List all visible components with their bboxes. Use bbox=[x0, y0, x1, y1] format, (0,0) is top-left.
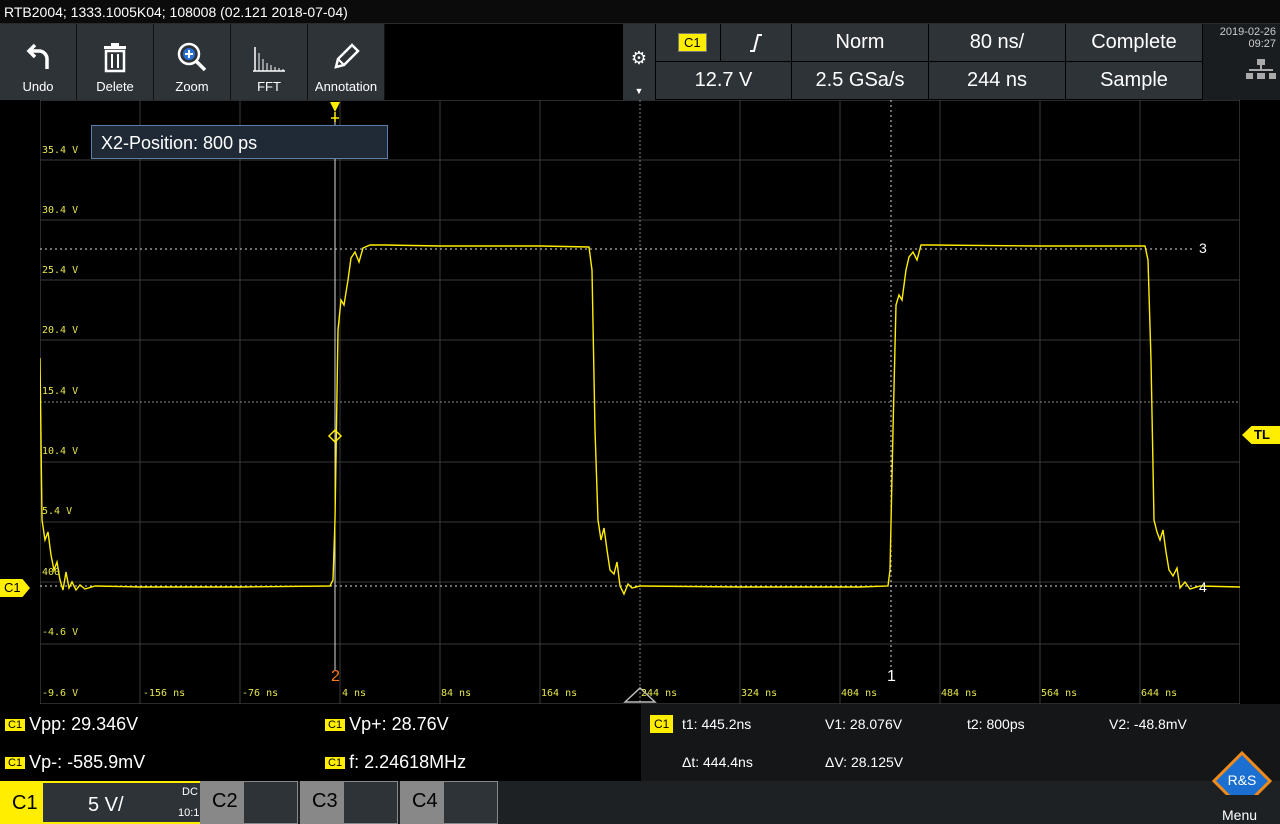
settings-button[interactable]: ⚙ ▼ bbox=[623, 24, 655, 100]
trigger-level[interactable]: 12.7 V bbox=[656, 62, 791, 99]
cursor-v2: V2: -48.8mV bbox=[1109, 716, 1187, 732]
vp-minus-value: Vp-: -585.9mV bbox=[29, 752, 146, 772]
time: 09:27 bbox=[1248, 38, 1276, 50]
timebase[interactable]: 80 ns/ bbox=[929, 24, 1065, 61]
c2-label: C2 bbox=[212, 790, 238, 812]
y-label: 15.4 V bbox=[42, 386, 79, 397]
cursor-1-label[interactable]: 1 bbox=[887, 668, 896, 686]
x-label: 564 ns bbox=[1041, 688, 1078, 699]
c1-probe: 10:1 bbox=[178, 807, 200, 819]
x-label: -76 ns bbox=[242, 688, 279, 699]
x-label: 484 ns bbox=[941, 688, 978, 699]
measurement-vp-minus[interactable]: C1 Vp-: -585.9mV bbox=[5, 752, 145, 773]
cursor-position-tooltip: X2-Position: 800 ps bbox=[91, 125, 388, 159]
delete-label: Delete bbox=[96, 79, 134, 94]
rs-logo-icon: R&S bbox=[1212, 751, 1272, 795]
y-label: 10.4 V bbox=[42, 446, 79, 457]
cursor-t2: t2: 800ps bbox=[967, 716, 1025, 732]
fft-button[interactable]: FFT bbox=[231, 24, 308, 100]
menu-button[interactable]: R&S Menu bbox=[1204, 751, 1280, 824]
toolbar: Undo Delete Zoom FFT Annotation bbox=[0, 24, 385, 100]
x-label: 644 ns bbox=[1141, 688, 1178, 699]
y-label: 20.4 V bbox=[42, 325, 79, 336]
datetime: 2019-02-26 09:27 bbox=[1203, 24, 1280, 100]
channel-c3-button[interactable]: C3 bbox=[300, 781, 398, 824]
channel-c4-button[interactable]: C4 bbox=[400, 781, 498, 824]
measurement-frequency[interactable]: C1 f: 2.24618MHz bbox=[325, 752, 466, 773]
measurement-badge: C1 bbox=[5, 756, 26, 769]
undo-button[interactable]: Undo bbox=[0, 24, 77, 100]
measurement-vpp[interactable]: C1 Vpp: 29.346V bbox=[5, 714, 138, 735]
trigger-channel-badge: C1 bbox=[678, 33, 707, 52]
zoom-icon bbox=[177, 42, 207, 72]
c3-label: C3 bbox=[312, 790, 338, 812]
chevron-down-icon: ▼ bbox=[634, 86, 644, 96]
c4-label: C4 bbox=[412, 790, 438, 812]
cursor-3-label[interactable]: 3 bbox=[1199, 240, 1207, 256]
cursor-delta-v: ΔV: 28.125V bbox=[825, 754, 904, 770]
y-label: 400 bbox=[42, 567, 61, 578]
cursor-4-label[interactable]: 4 bbox=[1199, 579, 1207, 595]
fft-label: FFT bbox=[257, 79, 281, 94]
trigger-mode[interactable]: Norm bbox=[792, 24, 928, 61]
x-label: 244 ns bbox=[641, 688, 678, 699]
network-icon bbox=[1246, 59, 1276, 79]
annotation-button[interactable]: Annotation bbox=[308, 24, 385, 100]
fft-icon bbox=[253, 47, 285, 72]
c1-scale: 5 V/ bbox=[88, 794, 124, 816]
vp-plus-value: Vp+: 28.76V bbox=[349, 714, 449, 734]
undo-icon bbox=[26, 43, 49, 69]
x-label: 4 ns bbox=[342, 688, 367, 699]
x-label: 164 ns bbox=[541, 688, 578, 699]
horizontal-position[interactable]: 244 ns bbox=[929, 62, 1065, 99]
measurement-vp-plus[interactable]: C1 Vp+: 28.76V bbox=[325, 714, 449, 735]
waveform-display[interactable] bbox=[40, 100, 1240, 704]
undo-label: Undo bbox=[22, 79, 54, 94]
measurement-badge: C1 bbox=[325, 756, 346, 769]
x-label: 84 ns bbox=[441, 688, 472, 699]
window-title: RTB2004; 1333.1005K04; 108008 (02.121 20… bbox=[0, 0, 1280, 24]
acquisition-state[interactable]: Complete bbox=[1066, 24, 1202, 61]
c1-coupling: DC bbox=[182, 786, 198, 798]
trigger-source[interactable]: C1 bbox=[656, 24, 720, 61]
channel-c1-button[interactable]: C1 5 V/ DC 10:1 bbox=[0, 781, 200, 824]
delete-button[interactable]: Delete bbox=[77, 24, 154, 100]
y-label: 5.4 V bbox=[42, 506, 73, 517]
vpp-value: Vpp: 29.346V bbox=[29, 714, 139, 734]
cursor-badge: C1 bbox=[650, 715, 674, 733]
rising-edge-icon bbox=[750, 33, 762, 52]
trash-icon bbox=[104, 43, 126, 73]
y-label: 25.4 V bbox=[42, 265, 79, 276]
measurement-badge: C1 bbox=[5, 718, 26, 731]
channel-c2-button[interactable]: C2 bbox=[200, 781, 298, 824]
channel-offset-marker[interactable]: C1 bbox=[0, 579, 30, 597]
y-label: 30.4 V bbox=[42, 205, 79, 216]
zoom-button[interactable]: Zoom bbox=[154, 24, 231, 100]
measurement-badge: C1 bbox=[325, 718, 346, 731]
x-label: 404 ns bbox=[841, 688, 878, 699]
cursor-t1: t1: 445.2ns bbox=[682, 716, 752, 732]
zoom-label: Zoom bbox=[175, 79, 209, 94]
y-label: -4.6 V bbox=[42, 627, 79, 638]
cursor-delta-t: Δt: 444.4ns bbox=[682, 754, 753, 770]
frequency-value: f: 2.24618MHz bbox=[349, 752, 467, 772]
c1-label: C1 bbox=[12, 792, 38, 814]
x-label: -156 ns bbox=[143, 688, 186, 699]
menu-label: Menu bbox=[1222, 807, 1258, 823]
annotation-label: Annotation bbox=[314, 79, 378, 94]
y-label: 35.4 V bbox=[42, 145, 79, 156]
svg-text:R&S: R&S bbox=[1228, 772, 1257, 788]
cursor-v1: V1: 28.076V bbox=[825, 716, 903, 732]
cursor-2-label[interactable]: 2 bbox=[331, 668, 340, 686]
x-label: 324 ns bbox=[741, 688, 778, 699]
date: 2019-02-26 bbox=[1219, 26, 1276, 38]
y-label: -9.6 V bbox=[42, 688, 79, 699]
trigger-level-marker[interactable]: TL bbox=[1242, 426, 1280, 444]
trigger-slope[interactable] bbox=[721, 24, 791, 61]
acquisition-mode[interactable]: Sample bbox=[1066, 62, 1202, 99]
gear-icon: ⚙ bbox=[630, 48, 648, 68]
sample-rate[interactable]: 2.5 GSa/s bbox=[792, 62, 928, 99]
pencil-icon bbox=[334, 43, 360, 69]
